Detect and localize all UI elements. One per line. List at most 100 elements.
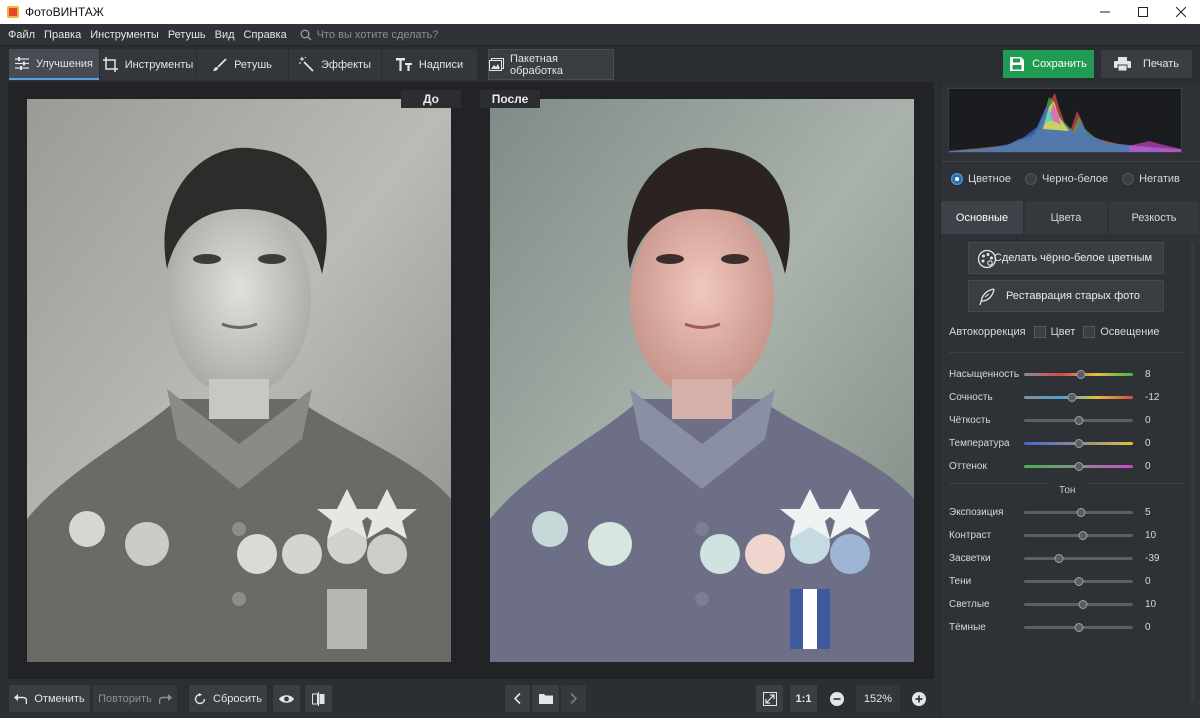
- zoom-value[interactable]: 152%: [856, 685, 900, 712]
- divider: [1086, 483, 1183, 484]
- redo-label: Повторить: [98, 692, 152, 705]
- previous-photo-button[interactable]: [505, 685, 530, 712]
- checkbox-label: Цвет: [1050, 326, 1076, 338]
- slider-track[interactable]: [1024, 439, 1133, 448]
- slider-track[interactable]: [1024, 531, 1133, 540]
- tab-retouch[interactable]: Ретушь: [197, 49, 288, 80]
- slider-thumb[interactable]: [1074, 416, 1083, 425]
- panel-scrollbar[interactable]: [1191, 242, 1195, 702]
- image-stack-icon: [489, 58, 504, 71]
- fit-to-screen-button[interactable]: [756, 685, 783, 712]
- restore-label: Реставрация старых фото: [1005, 290, 1141, 302]
- app-window: ФотоВИНТАЖ Файл Правка Инструменты Ретуш…: [0, 0, 1200, 718]
- folder-icon: [538, 693, 553, 704]
- slider-track[interactable]: [1024, 393, 1133, 402]
- palette-icon: [977, 249, 997, 269]
- menu-file[interactable]: Файл: [8, 29, 35, 41]
- autocorrection-label: Автокоррекция: [949, 326, 1026, 338]
- photo-canvas[interactable]: До После: [8, 82, 934, 679]
- tab-label: Ретушь: [234, 58, 272, 71]
- slider-label: Светлые: [949, 598, 990, 610]
- chevron-right-icon: [570, 693, 577, 704]
- slider-track[interactable]: [1024, 508, 1133, 517]
- radio-label: Цветное: [968, 173, 1011, 185]
- slider-thumb[interactable]: [1078, 531, 1088, 540]
- slider-value: -39: [1145, 552, 1160, 564]
- next-photo-button[interactable]: [561, 685, 586, 712]
- slider-thumb[interactable]: [1078, 600, 1088, 609]
- menu-retouch[interactable]: Ретушь: [168, 29, 206, 41]
- slider-track[interactable]: [1024, 416, 1133, 425]
- divider: [941, 161, 1200, 162]
- tab-colors[interactable]: Цвета: [1025, 201, 1107, 234]
- menu-tools[interactable]: Инструменты: [90, 29, 159, 41]
- tab-label: Надписи: [418, 58, 464, 71]
- save-button[interactable]: Сохранить: [1003, 50, 1094, 78]
- autocorrection-row: Автокоррекция Цвет Освещение: [949, 326, 1160, 338]
- slider-thumb[interactable]: [1074, 462, 1083, 471]
- close-icon[interactable]: [1162, 0, 1200, 24]
- slider-row: Температура 0: [949, 436, 1189, 450]
- zoom-1to1-button[interactable]: 1:1: [790, 685, 817, 712]
- preview-toggle-button[interactable]: [273, 685, 300, 712]
- checkbox-lighting[interactable]: Освещение: [1083, 326, 1160, 338]
- slider-track[interactable]: [1024, 462, 1133, 471]
- tab-label: Эффекты: [320, 58, 371, 71]
- slider-thumb[interactable]: [1074, 439, 1083, 448]
- tab-effects[interactable]: Эффекты: [289, 49, 381, 80]
- zoom-in-button[interactable]: [906, 685, 932, 712]
- compare-split-button[interactable]: [305, 685, 332, 712]
- maximize-icon[interactable]: [1124, 0, 1162, 24]
- slider-thumb[interactable]: [1074, 623, 1083, 632]
- colorize-button[interactable]: Сделать чёрно-белое цветным: [968, 242, 1164, 274]
- slider-value: 0: [1145, 437, 1151, 449]
- search-input[interactable]: [316, 28, 477, 41]
- radio-black-white[interactable]: Черно-белое: [1024, 173, 1108, 185]
- checkbox-box: [1083, 326, 1096, 338]
- undo-button[interactable]: Отменить: [9, 685, 90, 712]
- zoom-out-button[interactable]: [824, 685, 850, 712]
- slider-track[interactable]: [1024, 600, 1133, 609]
- slider-thumb[interactable]: [1076, 508, 1086, 517]
- redo-button[interactable]: Повторить: [93, 685, 177, 712]
- minimize-icon[interactable]: [1086, 0, 1124, 24]
- slider-label: Тёмные: [949, 621, 986, 633]
- eye-icon: [279, 694, 294, 704]
- slider-track[interactable]: [1024, 623, 1133, 632]
- split-view-icon: [312, 691, 325, 706]
- title-bar: ФотоВИНТАЖ: [0, 0, 1200, 24]
- sliders-icon: [14, 57, 29, 70]
- checkbox-color[interactable]: Цвет: [1033, 326, 1076, 338]
- slider-row: Тени 0: [949, 574, 1189, 588]
- open-folder-button[interactable]: [532, 685, 559, 712]
- colorize-label: Сделать чёрно-белое цветным: [993, 252, 1153, 264]
- print-button[interactable]: Печать: [1101, 50, 1192, 78]
- menu-view[interactable]: Вид: [215, 29, 235, 41]
- tab-captions[interactable]: Надписи: [382, 49, 477, 80]
- menu-help[interactable]: Справка: [244, 29, 287, 41]
- slider-track[interactable]: [1024, 554, 1133, 563]
- save-label: Сохранить: [1032, 58, 1087, 70]
- slider-track[interactable]: [1024, 577, 1133, 586]
- slider-value: 0: [1145, 621, 1151, 633]
- slider-thumb[interactable]: [1074, 577, 1083, 586]
- tab-enhancements[interactable]: Улучшения: [9, 49, 99, 80]
- tab-sharpness[interactable]: Резкость: [1109, 201, 1199, 234]
- batch-processing-button[interactable]: Пакетная обработка: [488, 49, 614, 80]
- slider-thumb[interactable]: [1054, 554, 1064, 563]
- menu-bar: Файл Правка Инструменты Ретушь Вид Справ…: [0, 24, 1200, 46]
- tab-basic[interactable]: Основные: [941, 201, 1023, 234]
- radio-color[interactable]: Цветное: [951, 173, 1011, 185]
- slider-track[interactable]: [1024, 370, 1133, 379]
- slider-thumb[interactable]: [1076, 370, 1086, 379]
- reset-button[interactable]: Сбросить: [189, 685, 267, 712]
- slider-thumb[interactable]: [1067, 393, 1077, 402]
- slider-row: Экспозиция 5: [949, 505, 1189, 519]
- tab-tools[interactable]: Инструменты: [100, 49, 196, 80]
- restore-photo-button[interactable]: Реставрация старых фото: [968, 280, 1164, 312]
- radio-negative[interactable]: Негатив: [1122, 173, 1180, 185]
- menu-edit[interactable]: Правка: [44, 29, 81, 41]
- radio-dot: [1122, 173, 1135, 185]
- checkbox-box: [1033, 326, 1046, 338]
- redo-icon: [158, 693, 172, 704]
